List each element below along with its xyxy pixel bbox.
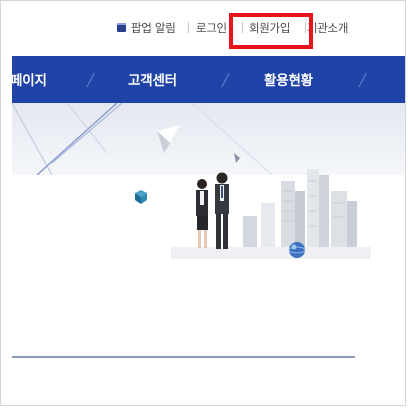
signup-highlight-box xyxy=(229,13,313,49)
main-nav: 페이지 고객센터 활용현황 xyxy=(10,56,405,103)
popup-icon xyxy=(117,23,126,32)
about-link[interactable]: 기관소개 xyxy=(307,20,348,36)
utility-bar: 팝업 알림 로그인 회원가입 기관소개 xyxy=(1,1,405,57)
nav-divider xyxy=(358,72,367,88)
page-frame: 팝업 알림 로그인 회원가입 기관소개 페이지 고객센터 활용현황 xyxy=(0,0,406,406)
section-divider xyxy=(12,356,355,358)
nav-divider xyxy=(86,72,95,88)
separator xyxy=(188,22,189,33)
nav-item-page[interactable]: 페이지 xyxy=(10,69,47,89)
popup-notice-link[interactable]: 팝업 알림 xyxy=(131,20,176,36)
nav-item-customer-center[interactable]: 고객센터 xyxy=(128,69,177,89)
business-people-city-illustration xyxy=(135,169,371,259)
nav-item-usage-status[interactable]: 활용현황 xyxy=(264,69,313,89)
nav-divider xyxy=(221,72,230,88)
